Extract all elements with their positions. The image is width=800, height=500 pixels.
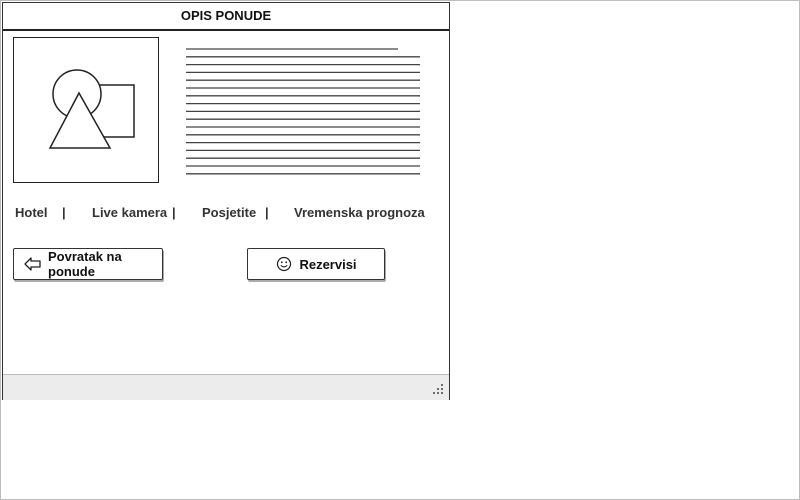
smiley-icon (275, 255, 293, 273)
reserve-button[interactable]: Rezervisi (247, 248, 385, 280)
image-placeholder-icon (48, 69, 135, 149)
tab-separator: | (62, 205, 66, 220)
tab-separator: | (172, 205, 176, 220)
tabs-bar: Hotel | Live kamera | Posjetite | Vremen… (15, 205, 435, 225)
offer-image (13, 37, 159, 183)
text-paragraph-placeholder (186, 48, 420, 175)
arrow-left-icon (24, 255, 42, 273)
reserve-button-label: Rezervisi (299, 256, 357, 272)
back-button-label: Povratak na ponude (48, 249, 122, 279)
tab-hotel[interactable]: Hotel (15, 205, 48, 220)
resize-grip-icon[interactable] (431, 382, 445, 396)
tab-posjetite[interactable]: Posjetite (202, 205, 256, 220)
tab-vremenska-prognoza[interactable]: Vremenska prognoza (294, 205, 425, 220)
back-to-offers-button[interactable]: Povratak na ponude (13, 248, 163, 280)
tab-live-kamera[interactable]: Live kamera (92, 205, 167, 220)
offer-window: OPIS PONUDE Hotel | Live kamera | Posjet… (2, 2, 450, 400)
tab-separator: | (265, 205, 269, 220)
status-bar (3, 374, 449, 400)
window-title: OPIS PONUDE (3, 3, 449, 31)
description-text-placeholder (186, 47, 422, 179)
